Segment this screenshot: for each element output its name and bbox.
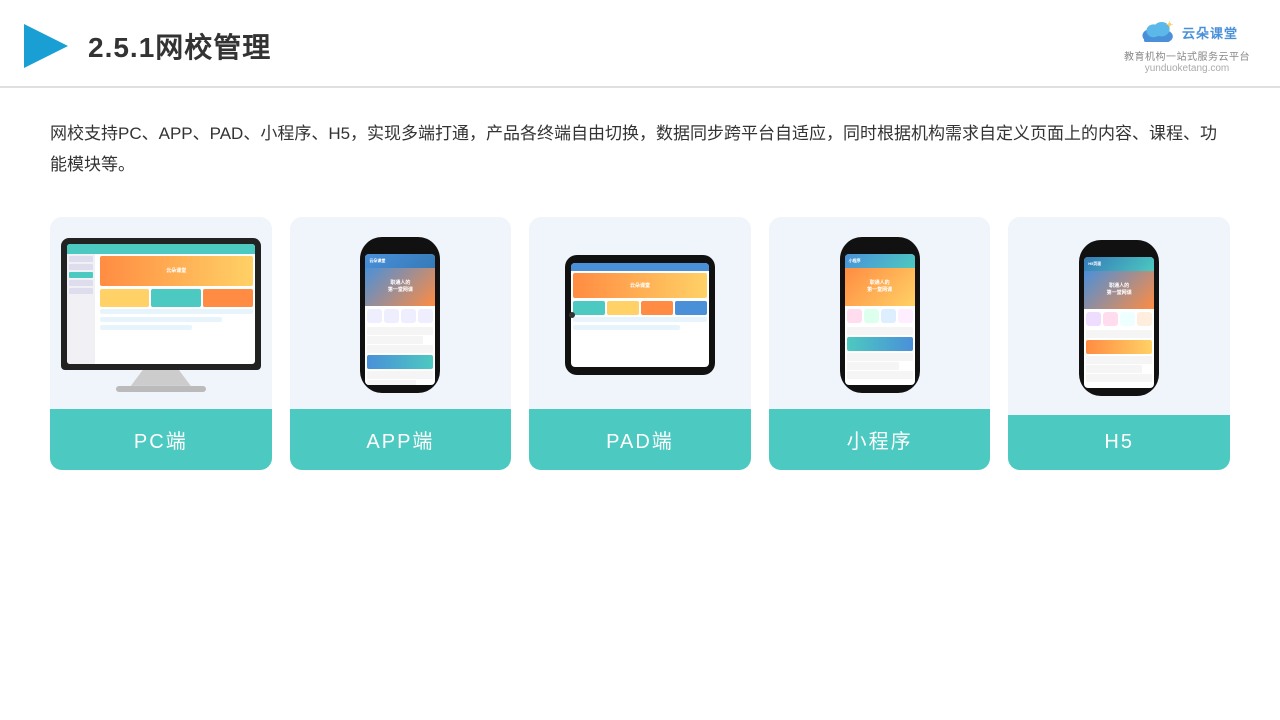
logo-name: 云朵课堂 [1182, 23, 1238, 42]
logo-subtitle: 教育机构一站式服务云平台 [1124, 48, 1250, 63]
main-content: 网校支持PC、APP、PAD、小程序、H5，实现多端打通，产品各终端自由切换，数… [0, 88, 1280, 490]
cards-container: 云朵课堂 [50, 217, 1230, 470]
page-header: 2.5.1网校管理 云朵课堂 教育机构一站式服务云平台 yunduoketang… [0, 0, 1280, 88]
card-app: 云朵课堂 职通人的第一堂网课 [290, 217, 512, 470]
card-h5-label: H5 [1008, 415, 1230, 470]
description-text: 网校支持PC、APP、PAD、小程序、H5，实现多端打通，产品各终端自由切换，数… [50, 118, 1230, 181]
cloud-icon [1136, 18, 1176, 46]
card-miniprogram: 小程序 职通人的第一堂网课 [769, 217, 991, 470]
card-pc-image: 云朵课堂 [50, 217, 272, 409]
card-pad-label: PAD端 [529, 409, 751, 470]
h5-phone-mockup: H5页面 职通人的第一堂网课 [1079, 240, 1159, 396]
card-pc-label: PC端 [50, 409, 272, 470]
page-title: 2.5.1网校管理 [88, 26, 271, 66]
card-app-image: 云朵课堂 职通人的第一堂网课 [290, 217, 512, 409]
miniprogram-phone-mockup: 小程序 职通人的第一堂网课 [840, 237, 920, 393]
header-left: 2.5.1网校管理 [20, 20, 271, 72]
card-miniprogram-label: 小程序 [769, 409, 991, 470]
app-phone-mockup: 云朵课堂 职通人的第一堂网课 [360, 237, 440, 393]
pad-mockup: 云朵课堂 [565, 255, 715, 375]
logo-cloud: 云朵课堂 [1136, 18, 1238, 46]
card-pc: 云朵课堂 [50, 217, 272, 470]
card-pad: 云朵课堂 PAD端 [529, 217, 751, 470]
card-h5-image: H5页面 职通人的第一堂网课 [1008, 217, 1230, 415]
card-app-label: APP端 [290, 409, 512, 470]
play-icon [20, 20, 72, 72]
pc-monitor: 云朵课堂 [61, 238, 261, 392]
card-h5: H5页面 职通人的第一堂网课 [1008, 217, 1230, 470]
card-miniprogram-image: 小程序 职通人的第一堂网课 [769, 217, 991, 409]
logo-area: 云朵课堂 教育机构一站式服务云平台 yunduoketang.com [1124, 18, 1250, 74]
card-pad-image: 云朵课堂 [529, 217, 751, 409]
logo-url: yunduoketang.com [1145, 63, 1230, 74]
